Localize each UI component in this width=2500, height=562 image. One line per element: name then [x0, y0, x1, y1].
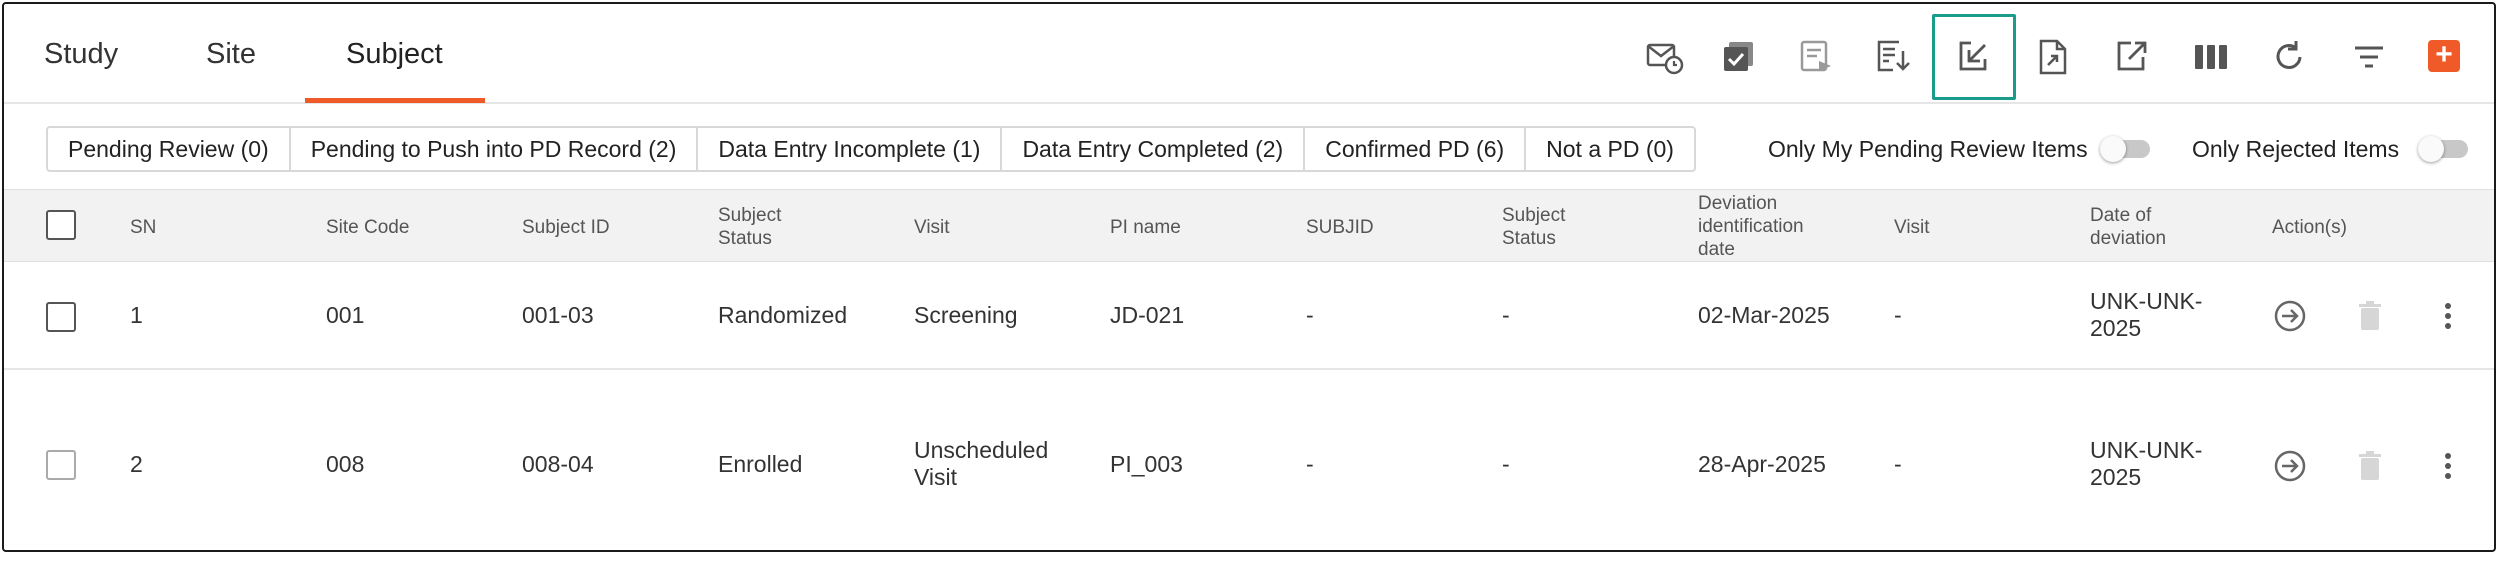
columns-icon[interactable] [2188, 34, 2234, 80]
cell-subject-status-2: - [1502, 451, 1510, 477]
more-vert-icon[interactable] [2428, 296, 2468, 336]
cell-deviation-id-date: 02-Mar-2025 [1698, 302, 1830, 328]
cell-subjid: - [1306, 451, 1314, 477]
filter-pending-review[interactable]: Pending Review (0) [48, 128, 291, 170]
row-checkbox[interactable] [46, 302, 76, 332]
filter-not-a-pd[interactable]: Not a PD (0) [1526, 128, 1694, 170]
cell-deviation-id-date: 28-Apr-2025 [1698, 451, 1826, 477]
filter-icon[interactable] [2346, 34, 2392, 80]
export-file-icon[interactable] [2030, 34, 2076, 80]
cell-visit: Screening [914, 302, 1018, 328]
cell-subject-id: 001-03 [522, 302, 594, 328]
col-visit-2[interactable]: Visit [1894, 216, 1930, 239]
table-header: SN Site Code Subject ID Subject Status Vi… [4, 189, 2494, 262]
arrow-circle-right-icon[interactable] [2270, 296, 2310, 336]
cell-visit-2: - [1894, 451, 1902, 477]
form-download-icon[interactable] [1870, 34, 1916, 80]
toggle-rejected[interactable] [2418, 136, 2468, 162]
cell-site-code: 008 [326, 451, 365, 477]
col-pi-name[interactable]: PI name [1110, 216, 1181, 239]
col-sn[interactable]: SN [130, 216, 156, 239]
filter-data-entry-incomplete[interactable]: Data Entry Incomplete (1) [698, 128, 1003, 170]
col-deviation-identification-date[interactable]: Deviation identification date [1698, 192, 1804, 261]
delete-icon[interactable] [2350, 296, 2390, 336]
cell-date-of-deviation: UNK-UNK- 2025 [2090, 437, 2203, 490]
toggle-label-rejected: Only Rejected Items [2192, 136, 2400, 162]
cell-subject-status-2: - [1502, 302, 1510, 328]
cell-pi-name: PI_003 [1110, 451, 1183, 477]
cell-date-of-deviation: UNK-UNK- 2025 [2090, 288, 2203, 341]
cell-subject-id: 008-04 [522, 451, 594, 477]
cell-subjid: - [1306, 302, 1314, 328]
table-row: 1 001 001-03 Randomized Screening JD-021… [4, 262, 2494, 370]
filter-data-entry-completed[interactable]: Data Entry Completed (2) [1002, 128, 1306, 170]
table-row: 2 008 008-04 Enrolled Unscheduled Visit P… [4, 370, 2494, 550]
cell-pi-name: JD-021 [1110, 302, 1185, 328]
refresh-icon[interactable] [2266, 34, 2312, 80]
cell-visit-2: - [1894, 302, 1902, 328]
checklist-icon[interactable] [1716, 34, 1762, 80]
col-subject-status[interactable]: Subject Status [718, 204, 781, 250]
app-frame: Study Site Subject + Pending Review (0) … [2, 2, 2496, 552]
cell-sn: 2 [130, 451, 143, 477]
col-subject-status-2[interactable]: Subject Status [1502, 204, 1565, 250]
mail-schedule-icon[interactable] [1642, 34, 1688, 80]
status-filter-group: Pending Review (0) Pending to Push into … [46, 126, 1696, 172]
more-vert-icon[interactable] [2428, 446, 2468, 486]
col-subject-id[interactable]: Subject ID [522, 216, 610, 239]
col-actions: Action(s) [2272, 217, 2347, 238]
tab-subject[interactable]: Subject [346, 38, 443, 71]
row-checkbox[interactable] [46, 450, 76, 480]
tab-site[interactable]: Site [206, 38, 256, 71]
toggle-my-pending[interactable] [2100, 136, 2150, 162]
delete-icon[interactable] [2350, 446, 2390, 486]
form-send-icon[interactable] [1794, 34, 1840, 80]
cell-subject-status: Randomized [718, 302, 848, 328]
filter-confirmed-pd[interactable]: Confirmed PD (6) [1305, 128, 1527, 170]
col-date-of-deviation[interactable]: Date of deviation [2090, 204, 2166, 250]
cell-subject-status: Enrolled [718, 451, 803, 477]
cell-site-code: 001 [326, 302, 365, 328]
tab-study[interactable]: Study [44, 38, 118, 71]
col-subjid[interactable]: SUBJID [1306, 216, 1374, 239]
cell-visit: Unscheduled Visit [914, 437, 1049, 490]
add-icon[interactable]: + [2428, 40, 2460, 72]
col-visit[interactable]: Visit [914, 216, 950, 239]
select-all-checkbox[interactable] [46, 210, 76, 240]
arrow-circle-right-icon[interactable] [2270, 446, 2310, 486]
toggle-label-my-pending: Only My Pending Review Items [1768, 136, 2088, 162]
open-external-icon[interactable] [2108, 34, 2154, 80]
cell-sn: 1 [130, 302, 143, 328]
top-bar: Study Site Subject + [4, 4, 2494, 104]
filter-pending-push[interactable]: Pending to Push into PD Record (2) [291, 128, 699, 170]
active-tab-indicator [305, 98, 485, 103]
col-site-code[interactable]: Site Code [326, 216, 409, 239]
highlight-box [1932, 14, 2016, 100]
